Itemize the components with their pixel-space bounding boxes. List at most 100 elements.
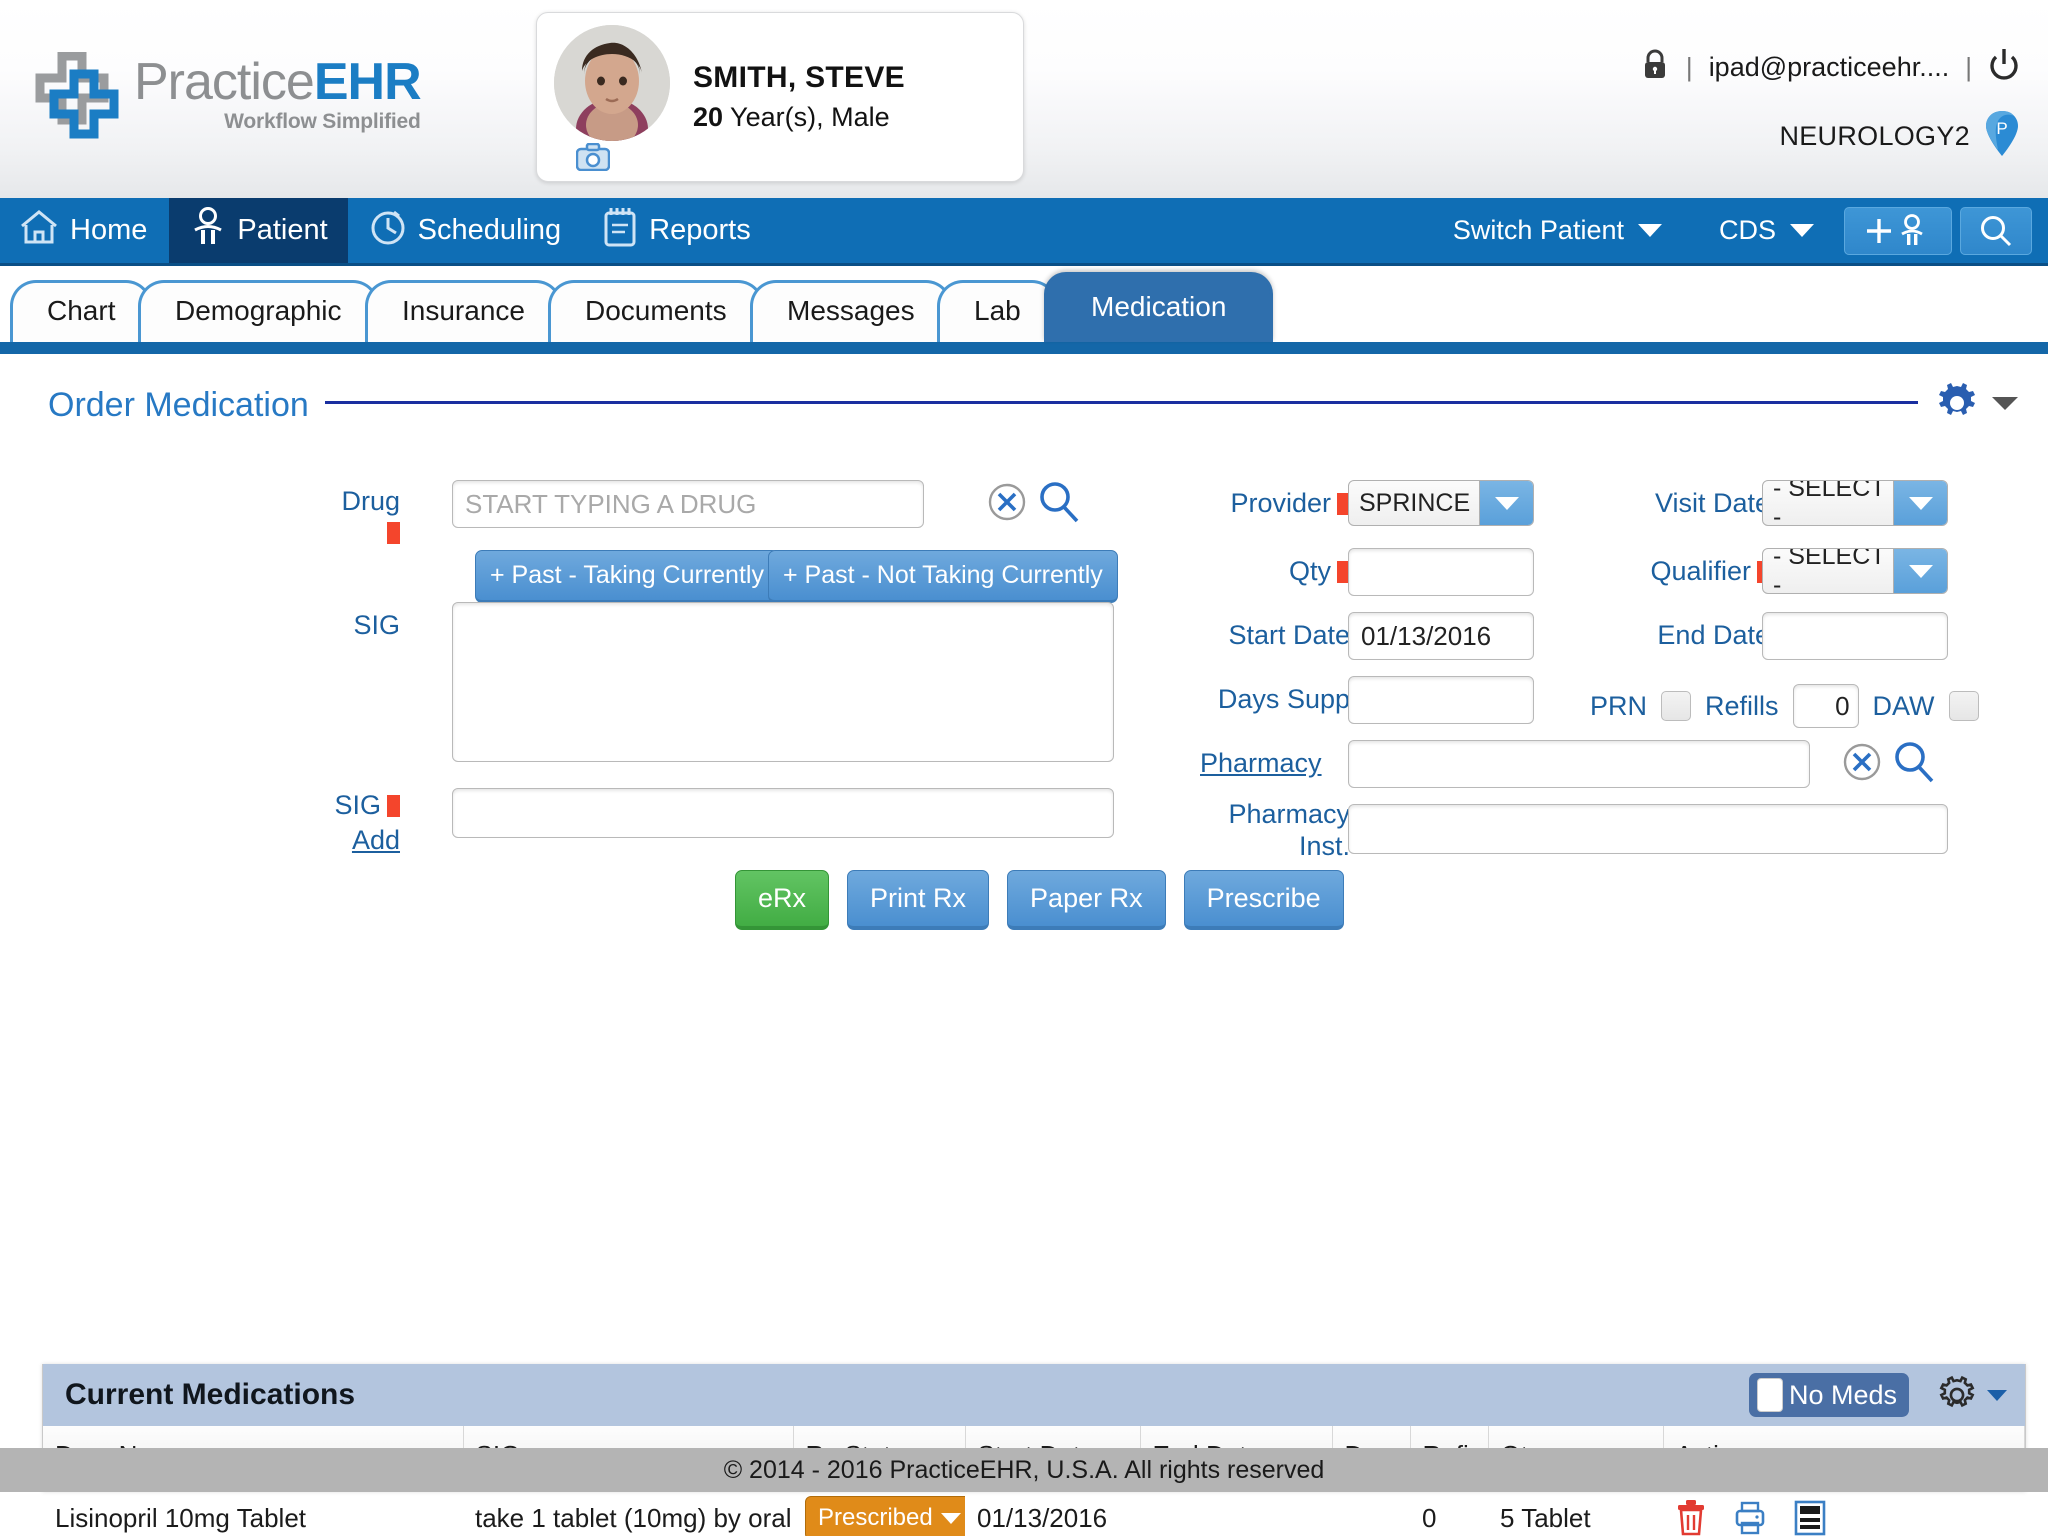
chevron-down-icon <box>941 1513 961 1524</box>
no-meds-checkbox[interactable] <box>1757 1378 1783 1412</box>
tab-label: Insurance <box>402 295 525 327</box>
no-meds-label: No Meds <box>1789 1380 1897 1411</box>
cell-days <box>1332 1486 1410 1536</box>
status-badge[interactable]: Prescribed <box>805 1496 965 1536</box>
pharmacy-inst-input[interactable] <box>1348 804 1948 854</box>
cds-label: CDS <box>1719 215 1776 246</box>
location-pin-icon[interactable]: P <box>1984 109 2020 164</box>
sidebar-item-reports[interactable]: Reports <box>581 198 771 263</box>
search-button[interactable] <box>1960 207 2032 255</box>
sig-textarea[interactable] <box>452 602 1114 762</box>
switch-patient-dropdown[interactable]: Switch Patient <box>1431 215 1684 246</box>
lock-icon[interactable] <box>1640 48 1670 87</box>
search-icon <box>1035 478 1083 526</box>
app-header: PracticeEHR Workflow Simplified <box>0 0 2048 198</box>
pharmacy-search-button[interactable] <box>1890 738 1938 791</box>
person-icon <box>189 206 227 256</box>
chevron-down-icon <box>1992 397 2018 410</box>
tab-messages[interactable]: Messages <box>750 280 952 342</box>
qty-input[interactable] <box>1348 548 1534 596</box>
gear-icon <box>1934 380 1980 426</box>
switch-patient-label: Switch Patient <box>1453 215 1624 246</box>
copyright-text: © 2014 - 2016 PracticeEHR, U.S.A. All ri… <box>724 1456 1325 1485</box>
tab-label: Medication <box>1091 291 1226 323</box>
erx-button[interactable]: eRx <box>735 870 829 930</box>
no-meds-toggle[interactable]: No Meds <box>1749 1373 1909 1417</box>
visit-date-select[interactable]: - SELECT - <box>1762 480 1948 526</box>
delete-icon[interactable] <box>1675 1500 1707 1536</box>
required-marker <box>387 522 400 544</box>
table-row[interactable]: Lisinopril 10mg Tablet take 1 tablet (10… <box>43 1486 2025 1536</box>
tab-lab[interactable]: Lab <box>937 280 1058 342</box>
daw-checkbox[interactable] <box>1949 691 1979 721</box>
patient-age-suffix: Year(s), Male <box>723 102 890 132</box>
gear-icon <box>1937 1375 1977 1415</box>
brand-logo[interactable]: PracticeEHR Workflow Simplified <box>34 52 421 140</box>
section-settings[interactable] <box>1934 380 2018 426</box>
sidebar-item-patient[interactable]: Patient <box>169 198 347 263</box>
erx-icon[interactable] <box>1793 1500 1827 1536</box>
prn-checkbox[interactable] <box>1661 691 1691 721</box>
prn-label: PRN <box>1590 691 1647 722</box>
tab-documents[interactable]: Documents <box>548 280 764 342</box>
prn-refills-daw-group: PRN Refills DAW <box>1590 684 1979 728</box>
tab-label: Lab <box>974 295 1021 327</box>
qualifier-select[interactable]: - SELECT - <box>1762 548 1948 594</box>
provider-value: SPRINCE <box>1349 481 1479 525</box>
sig-add-input[interactable] <box>452 788 1114 838</box>
add-patient-button[interactable] <box>1844 207 1952 255</box>
sig-add-link[interactable]: Add <box>320 825 400 856</box>
drug-search-button[interactable] <box>1035 478 1083 531</box>
provider-select[interactable]: SPRINCE <box>1348 480 1534 526</box>
end-date-input[interactable] <box>1762 612 1948 660</box>
sig-add-label: SIG Add <box>320 790 400 856</box>
brand-name-primary: Practice <box>134 53 314 111</box>
required-marker <box>387 795 400 817</box>
tab-medication[interactable]: Medication <box>1044 272 1273 342</box>
cds-dropdown[interactable]: CDS <box>1697 215 1836 246</box>
order-medication-header: Order Medication <box>0 354 2048 430</box>
refills-input[interactable] <box>1793 684 1859 728</box>
notepad-icon <box>601 205 639 257</box>
patient-age: 20 <box>693 102 723 132</box>
drug-clear-button[interactable] <box>985 480 1029 529</box>
drug-input[interactable] <box>452 480 924 528</box>
pharmacy-inst-label: Pharmacy Inst. <box>1150 798 1350 863</box>
home-icon <box>18 206 60 256</box>
sidebar-item-home[interactable]: Home <box>0 206 169 256</box>
past-not-taking-currently-button[interactable]: + Past - Not Taking Currently <box>768 550 1118 603</box>
pharmacy-clear-button[interactable] <box>1840 740 1884 789</box>
account-email[interactable]: ipad@practiceehr.... <box>1709 52 1950 83</box>
close-circle-icon <box>1840 740 1884 784</box>
past-taking-currently-button[interactable]: + Past - Taking Currently <box>475 550 779 603</box>
patient-summary-card[interactable]: SMITH, STEVE 20 Year(s), Male <box>536 12 1024 182</box>
pharmacy-link[interactable]: Pharmacy <box>1200 748 1322 779</box>
tab-label: Documents <box>585 295 727 327</box>
practiceehr-logo-icon <box>34 52 120 140</box>
footer: © 2014 - 2016 PracticeEHR, U.S.A. All ri… <box>0 1448 2048 1492</box>
practice-name: NEUROLOGY2 <box>1779 121 1970 152</box>
camera-icon[interactable] <box>576 143 610 176</box>
tab-demographic[interactable]: Demographic <box>138 280 379 342</box>
tab-chart[interactable]: Chart <box>10 280 152 342</box>
start-date-input[interactable] <box>1348 612 1534 660</box>
current-medications-title: Current Medications <box>65 1378 1749 1412</box>
print-rx-button[interactable]: Print Rx <box>847 870 989 930</box>
tab-insurance[interactable]: Insurance <box>365 280 562 342</box>
sidebar-item-scheduling[interactable]: Scheduling <box>348 198 582 263</box>
paper-rx-button[interactable]: Paper Rx <box>1007 870 1166 930</box>
print-icon[interactable] <box>1733 1501 1767 1535</box>
refills-label: Refills <box>1705 691 1779 722</box>
provider-label: Provider <box>1150 488 1350 519</box>
prescribe-button[interactable]: Prescribe <box>1184 870 1344 930</box>
clock-icon <box>368 206 408 256</box>
days-supp-input[interactable] <box>1348 676 1534 724</box>
nav-label-reports: Reports <box>649 214 751 247</box>
table-settings[interactable] <box>1937 1375 2007 1415</box>
cell-drug-name[interactable]: Lisinopril 10mg Tablet <box>43 1486 463 1536</box>
pharmacy-input[interactable] <box>1348 740 1810 788</box>
tab-label: Chart <box>47 295 115 327</box>
nav-label-scheduling: Scheduling <box>418 214 562 247</box>
brand-name-secondary: EHR <box>314 53 421 111</box>
power-logout-icon[interactable] <box>1988 48 2020 87</box>
